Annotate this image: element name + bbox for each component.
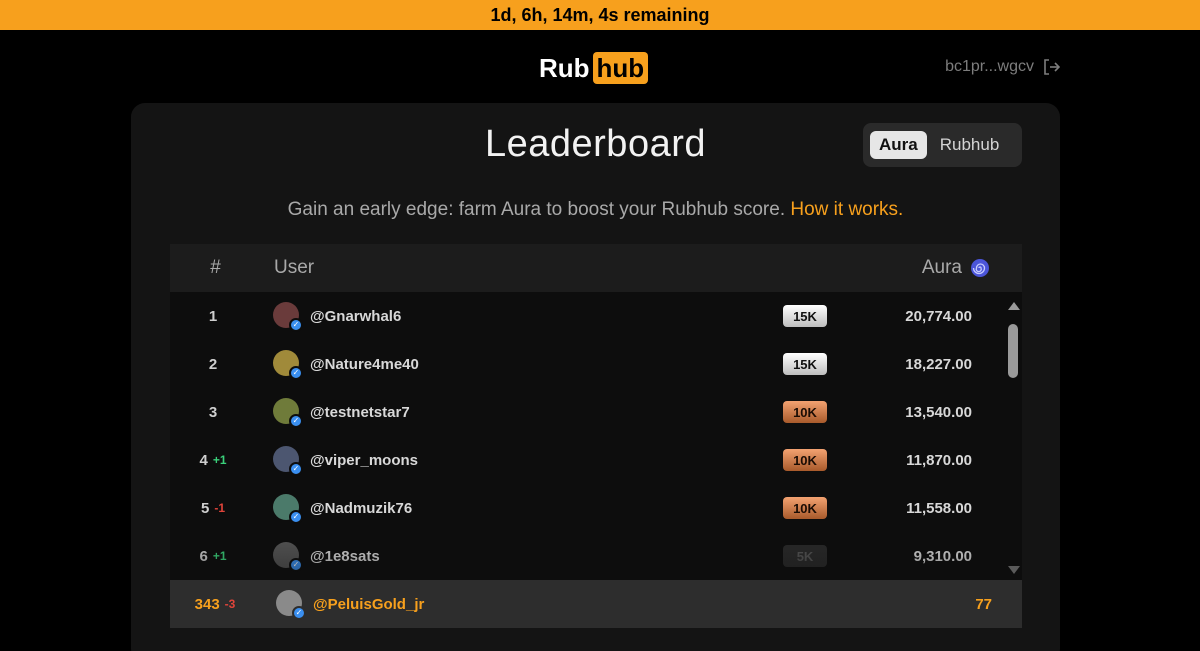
verified-icon: ✓ [289,318,303,332]
verified-icon: ✓ [289,510,303,524]
rank-number: 343 [194,595,220,613]
username[interactable]: @PeluisGold_jr [313,580,424,628]
leaderboard-subtitle: Gain an early edge: farm Aura to boost y… [131,199,1060,221]
tier-badge: 5K [783,545,827,567]
rank-cell: 5 -1 [170,484,256,532]
how-it-works-link[interactable]: How it works. [790,199,903,220]
rank-cell: 2 [170,340,256,388]
tier-badge: 10K [783,497,827,519]
subtitle-text: Gain an early edge: farm Aura to boost y… [287,199,786,220]
aura-score: 13,540.00 [905,403,972,421]
logo-text-hub: hub [592,52,649,84]
rank-cell: 6 +1 [170,532,256,580]
verified-icon: ✓ [289,462,303,476]
column-rank: # [210,257,221,278]
rank-change-down: -3 [224,597,236,611]
username[interactable]: @Nadmuzik76 [310,484,412,532]
verified-icon: ✓ [292,606,306,620]
verified-icon: ✓ [289,366,303,380]
rank-number: 5 [200,499,210,517]
logout-icon[interactable] [1042,58,1061,76]
avatar[interactable]: ✓ [273,494,303,524]
tier-badge: 10K [783,401,827,423]
top-header: Rub hub bc1pr...wgcv [0,30,1200,103]
toggle-rubhub[interactable]: Rubhub [931,131,1009,159]
table-row[interactable]: 5 -1 ✓ @Nadmuzik76 10K 11,558.00 [170,484,1008,532]
rank-cell: 343 -3 [170,580,260,628]
scroll-up-arrow-icon[interactable] [1008,302,1020,310]
column-user: User [274,257,315,278]
rank-number: 1 [208,307,218,325]
scrollbar[interactable] [1006,300,1020,576]
rank-cell: 1 [170,292,256,340]
avatar[interactable]: ✓ [273,542,303,572]
leaderboard-rows[interactable]: 1 ✓ @Gnarwhal6 15K 20,774.00 2 ✓ @Nature… [170,292,1008,580]
username[interactable]: @Gnarwhal6 [310,292,401,340]
verified-icon: ✓ [289,414,303,428]
aura-score: 11,870.00 [906,451,972,469]
rank-number: 2 [208,355,218,373]
logo-text-rub: Rub [539,52,590,83]
aura-score: 18,227.00 [905,355,972,373]
aura-score: 20,774.00 [905,307,972,325]
column-aura-label: Aura [921,257,962,278]
score-type-toggle: Aura Rubhub [863,123,1022,167]
aura-score: 11,558.00 [906,499,972,517]
username[interactable]: @1e8sats [310,532,380,580]
wallet-address: bc1pr...wgcv [945,58,1034,75]
table-row[interactable]: 4 +1 ✓ @viper_moons 10K 11,870.00 [170,436,1008,484]
tier-badge: 10K [783,449,827,471]
leaderboard-table: # User Aura 1 ✓ @Gnarwhal6 15K 20,774.00… [170,244,1022,628]
scroll-down-arrow-icon[interactable] [1008,566,1020,574]
aura-score: 9,310.00 [913,547,972,565]
rank-change-up: +1 [212,549,227,563]
avatar[interactable]: ✓ [273,350,303,380]
scroll-thumb[interactable] [1008,324,1018,378]
rank-number: 6 [199,547,208,565]
countdown-text: 1d, 6h, 14m, 4s remaining [490,4,710,25]
rank-number: 3 [208,403,218,421]
avatar[interactable]: ✓ [273,398,303,428]
wallet-account[interactable]: bc1pr...wgcv [945,58,1061,76]
avatar[interactable]: ✓ [276,590,306,620]
table-row[interactable]: 3 ✓ @testnetstar7 10K 13,540.00 [170,388,1008,436]
tier-badge: 15K [783,353,827,375]
leaderboard-card: Leaderboard Aura Rubhub Gain an early ed… [131,103,1060,651]
column-aura: Aura [922,257,990,279]
toggle-aura[interactable]: Aura [870,131,927,159]
rank-cell: 4 +1 [170,436,256,484]
table-row[interactable]: 1 ✓ @Gnarwhal6 15K 20,774.00 [170,292,1008,340]
username[interactable]: @testnetstar7 [310,388,410,436]
countdown-banner: 1d, 6h, 14m, 4s remaining [0,0,1200,30]
avatar[interactable]: ✓ [273,446,303,476]
table-header: # User Aura [170,244,1022,292]
spiral-icon [970,258,990,278]
rank-cell: 3 [170,388,256,436]
rank-change-down: -1 [214,501,225,515]
rank-change-up: +1 [212,453,227,467]
tier-badge: 15K [783,305,827,327]
aura-score: 77 [975,595,992,613]
rubhub-logo[interactable]: Rub hub [539,52,649,84]
username[interactable]: @viper_moons [310,436,418,484]
table-row[interactable]: 6 +1 ✓ @1e8sats 5K 9,310.00 [170,532,1008,580]
verified-icon: ✓ [289,558,303,572]
table-row[interactable]: 2 ✓ @Nature4me40 15K 18,227.00 [170,340,1008,388]
username[interactable]: @Nature4me40 [310,340,419,388]
current-user-row[interactable]: 343 -3 ✓ @PeluisGold_jr 77 [170,580,1022,628]
avatar[interactable]: ✓ [273,302,303,332]
rank-number: 4 [199,451,208,469]
